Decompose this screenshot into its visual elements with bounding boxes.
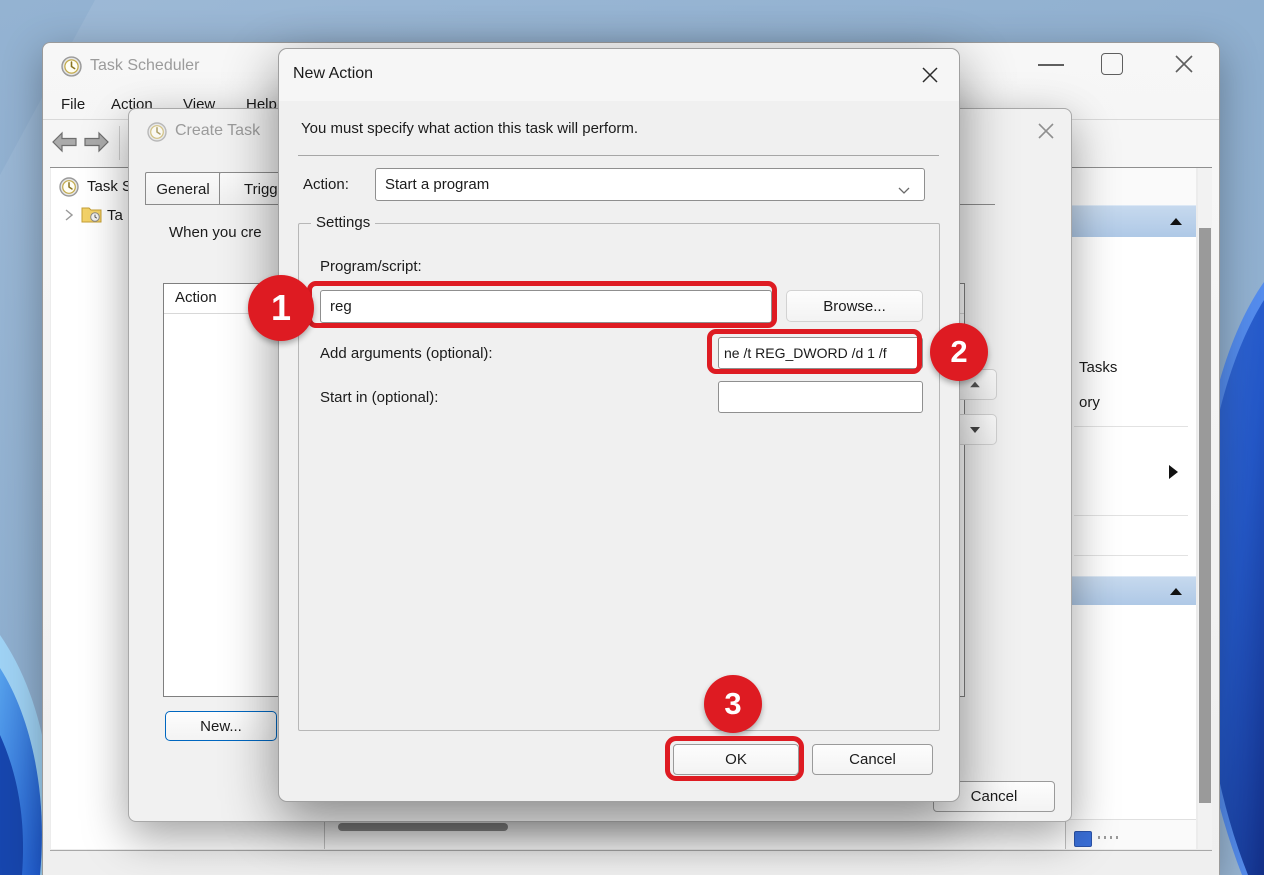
caret-down-icon (970, 427, 980, 433)
close-icon[interactable] (1034, 119, 1058, 148)
collapse-caret-icon[interactable] (1170, 218, 1182, 225)
settings-group-label: Settings (311, 214, 375, 231)
action-select-value: Start a program (385, 176, 489, 193)
chevron-down-icon (898, 182, 910, 199)
tab-general-label: General (156, 181, 209, 198)
step-2-number: 2 (950, 334, 967, 370)
action-label: Action: (303, 176, 349, 193)
tree-item-label: Task S (87, 178, 132, 195)
close-icon[interactable] (919, 64, 941, 91)
start-in-label: Start in (optional): (320, 389, 438, 406)
new-button-label: New... (200, 718, 242, 735)
minimize-button[interactable] (1038, 64, 1064, 66)
step-3-badge: 3 (704, 675, 762, 733)
horizontal-scrollbar-thumb[interactable] (338, 823, 508, 831)
cancel-button-label: Cancel (971, 788, 1018, 805)
step-1-badge: 1 (248, 275, 314, 341)
start-in-input[interactable] (718, 381, 923, 413)
collapse-caret-icon[interactable] (1170, 588, 1182, 595)
dialog-separator (298, 155, 939, 156)
actions-panel-list-2 (1066, 605, 1196, 820)
submenu-arrow-icon[interactable] (1169, 465, 1178, 479)
new-action-button[interactable]: New... (165, 711, 277, 741)
create-task-title: Create Task (175, 122, 260, 140)
highlight-rect-program-script (307, 281, 777, 328)
actions-panel-list: Tasks ory (1066, 237, 1196, 582)
actions-separator (1074, 515, 1188, 516)
action-select[interactable]: Start a program (375, 168, 925, 201)
vertical-scrollbar[interactable] (1198, 168, 1212, 849)
browse-button[interactable]: Browse... (786, 290, 923, 322)
caret-up-icon (970, 382, 980, 388)
actions-separator (1074, 426, 1188, 427)
tab-general[interactable]: General (145, 172, 221, 205)
add-arguments-label: Add arguments (optional): (320, 345, 493, 362)
actions-separator (1074, 555, 1188, 556)
actions-item-tasks[interactable]: Tasks (1079, 359, 1117, 376)
folder-clock-icon (81, 206, 102, 228)
expander-chevron-icon[interactable] (65, 208, 73, 226)
new-action-cancel-button[interactable]: Cancel (812, 744, 933, 775)
cancel-button-label: Cancel (849, 751, 896, 768)
program-script-label: Program/script: (320, 258, 422, 275)
actions-panel: Tasks ory (1065, 168, 1196, 849)
new-action-titlebar: New Action (279, 49, 959, 101)
help-item-dots (1098, 836, 1118, 839)
close-button[interactable] (1171, 51, 1197, 82)
browse-button-label: Browse... (823, 298, 886, 315)
back-button[interactable] (51, 131, 78, 158)
highlight-rect-ok (665, 736, 804, 781)
clock-icon (59, 177, 79, 202)
toolbar-separator (119, 126, 120, 160)
task-scheduler-app-icon (61, 56, 82, 82)
tree-item-label: Ta (107, 207, 123, 224)
new-action-message: You must specify what action this task w… (301, 120, 638, 137)
menu-file[interactable]: File (61, 96, 85, 113)
main-window-title: Task Scheduler (90, 57, 199, 75)
clock-icon (147, 122, 167, 147)
highlight-rect-arguments (707, 329, 922, 374)
vertical-scrollbar-thumb[interactable] (1199, 228, 1211, 803)
actions-panel-header[interactable] (1066, 205, 1196, 239)
desktop: Task Scheduler File Action View Help (0, 0, 1264, 875)
actions-item-history[interactable]: ory (1079, 394, 1100, 411)
new-action-dialog: New Action You must specify what action … (278, 48, 960, 802)
maximize-button[interactable] (1101, 53, 1123, 75)
help-icon[interactable] (1074, 831, 1092, 847)
step-2-badge: 2 (930, 323, 988, 381)
actions-panel-header-2[interactable] (1066, 576, 1196, 607)
actions-list-header-label: Action (175, 289, 217, 306)
new-action-title: New Action (293, 65, 373, 83)
step-1-number: 1 (271, 287, 291, 329)
step-3-number: 3 (724, 686, 741, 722)
create-task-intro: When you cre (169, 224, 262, 241)
forward-button[interactable] (83, 131, 110, 158)
